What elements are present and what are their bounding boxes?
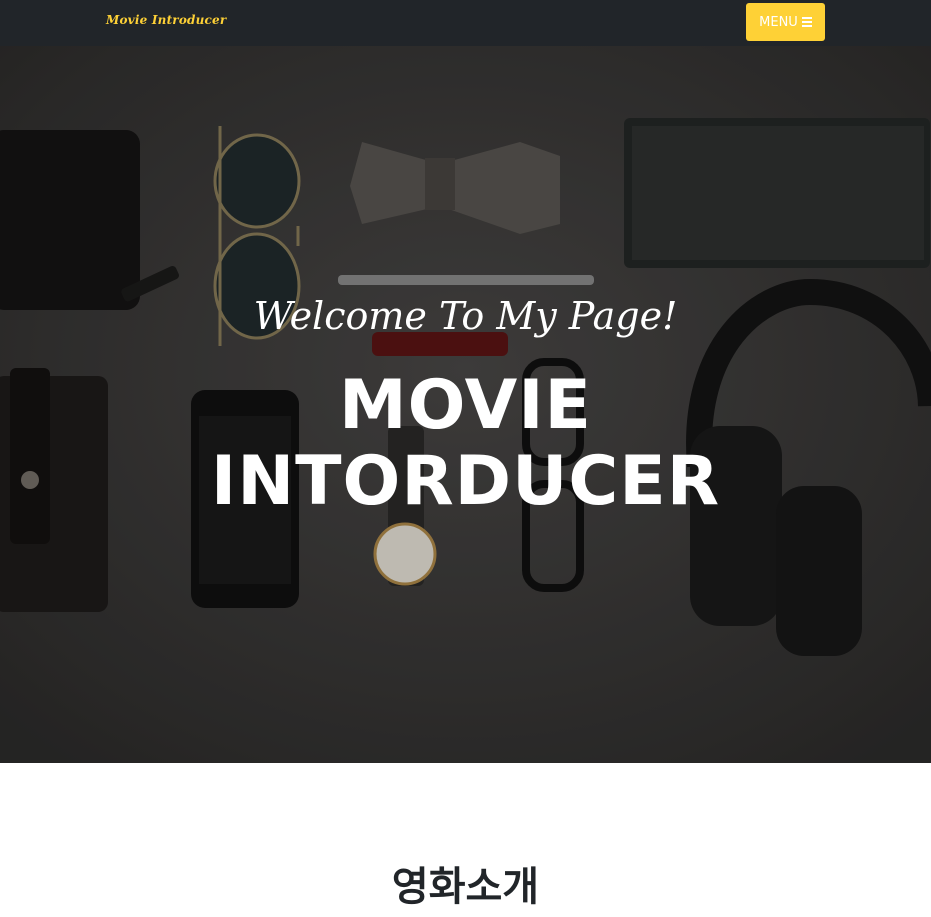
- menu-button[interactable]: MENU: [746, 3, 825, 41]
- hero-subheading: Welcome To My Page!: [253, 294, 678, 338]
- hero-heading: MOVIE INTORDUCER: [0, 368, 931, 520]
- navbar: Movie Introducer MENU: [0, 0, 931, 46]
- hero-heading-line1: MOVIE: [338, 366, 593, 445]
- menu-label: MENU: [759, 14, 798, 30]
- bars-icon: [801, 17, 812, 27]
- section-heading: 영화소개: [391, 864, 540, 910]
- hero-heading-line2: INTORDUCER: [210, 442, 721, 521]
- hero-section: Welcome To My Page! MOVIE INTORDUCER: [0, 46, 931, 763]
- brand-link[interactable]: Movie Introducer: [106, 13, 226, 27]
